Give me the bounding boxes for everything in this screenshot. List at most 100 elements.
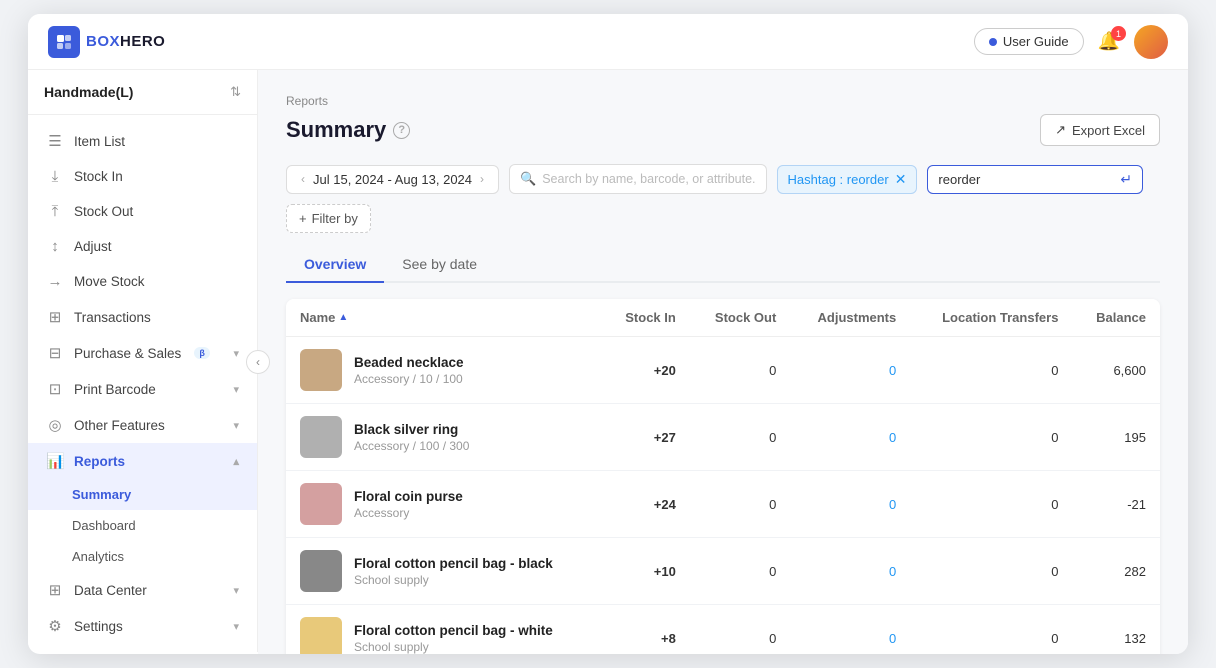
- hashtag-filter-tag[interactable]: Hashtag : reorder ✕: [777, 165, 918, 194]
- cell-stock-out: 0: [690, 471, 790, 538]
- sidebar-item-label: Move Stock: [74, 274, 145, 289]
- item-name: Floral coin purse: [354, 489, 463, 504]
- sort-icon[interactable]: ▲: [338, 312, 348, 323]
- avatar[interactable]: [1134, 25, 1168, 59]
- sidebar-nav: ☰ Item List ⤓ Stock In ⤒ Stock Out ↕ Adj…: [28, 115, 257, 652]
- sidebar-item-label: Transactions: [74, 310, 151, 325]
- sidebar-item-stock-in[interactable]: ⤓ Stock In: [28, 159, 257, 194]
- plus-icon: +: [299, 211, 307, 226]
- sidebar-item-print-barcode[interactable]: ⊡ Print Barcode ▾: [28, 371, 257, 407]
- sidebar-item-label: Stock In: [74, 169, 123, 184]
- notification-icon[interactable]: 🔔 1: [1098, 31, 1120, 52]
- cell-balance: 6,600: [1072, 337, 1160, 404]
- table-header-row: Name ▲ Stock In Stock Out A: [286, 299, 1160, 337]
- search-placeholder: Search by name, barcode, or attribute.: [542, 172, 755, 186]
- data-center-chevron-icon: ▾: [233, 584, 239, 597]
- cell-balance: -21: [1072, 471, 1160, 538]
- tab-overview[interactable]: Overview: [286, 247, 384, 283]
- search-box[interactable]: 🔍 Search by name, barcode, or attribute.: [509, 164, 767, 194]
- cell-stock-in: +10: [602, 538, 690, 605]
- org-chevron-icon[interactable]: ⇅: [230, 84, 241, 100]
- sidebar-item-purchase-sales[interactable]: ⊟ Purchase & Sales β ▾: [28, 335, 257, 371]
- sidebar-item-other-features[interactable]: ◎ Other Features ▾: [28, 407, 257, 443]
- user-guide-button[interactable]: User Guide: [974, 28, 1084, 55]
- sidebar-item-reports[interactable]: 📊 Reports ▴: [28, 443, 257, 479]
- sub-nav-item-summary[interactable]: Summary: [28, 479, 257, 510]
- move-stock-icon: →: [46, 273, 64, 290]
- cell-stock-out: 0: [690, 538, 790, 605]
- col-header-adjustments: Adjustments: [790, 299, 910, 337]
- cell-stock-in: +24: [602, 471, 690, 538]
- help-icon[interactable]: ?: [393, 122, 410, 139]
- sidebar-item-move-stock[interactable]: → Move Stock: [28, 264, 257, 299]
- stock-out-icon: ⤒: [46, 203, 64, 220]
- col-header-balance: Balance: [1072, 299, 1160, 337]
- export-excel-button[interactable]: ↗ Export Excel: [1040, 114, 1160, 146]
- hashtag-enter-icon[interactable]: ↵: [1120, 171, 1132, 188]
- cell-stock-out: 0: [690, 404, 790, 471]
- date-prev-icon[interactable]: ‹: [297, 172, 309, 186]
- sidebar-item-transactions[interactable]: ⊞ Transactions: [28, 299, 257, 335]
- logo: BOXHERO: [48, 26, 165, 58]
- data-center-icon: ⊞: [46, 581, 64, 599]
- sub-nav-item-analytics[interactable]: Analytics: [28, 541, 257, 572]
- date-picker[interactable]: ‹ Jul 15, 2024 - Aug 13, 2024 ›: [286, 165, 499, 194]
- sidebar-item-label: Adjust: [74, 239, 112, 254]
- sidebar-collapse-button[interactable]: ‹: [246, 350, 270, 374]
- cell-name: Black silver ring Accessory / 100 / 300: [286, 404, 602, 471]
- transactions-icon: ⊞: [46, 308, 64, 326]
- sidebar-item-adjust[interactable]: ↕ Adjust: [28, 229, 257, 264]
- sidebar-item-settings[interactable]: ⚙ Settings ▾: [28, 608, 257, 644]
- date-range-text: Jul 15, 2024 - Aug 13, 2024: [313, 172, 472, 187]
- filter-by-button[interactable]: + Filter by: [286, 204, 371, 233]
- sidebar-item-label: Print Barcode: [74, 382, 156, 397]
- sidebar-item-label: Stock Out: [74, 204, 133, 219]
- sidebar-item-stock-out[interactable]: ⤒ Stock Out: [28, 194, 257, 229]
- hashtag-filter-remove-icon[interactable]: ✕: [895, 171, 907, 188]
- hashtag-search-input[interactable]: [938, 172, 1114, 187]
- sidebar-item-data-center[interactable]: ⊞ Data Center ▾: [28, 572, 257, 608]
- item-sub: Accessory: [354, 506, 463, 520]
- item-list-icon: ☰: [46, 132, 64, 150]
- page-title: Summary ?: [286, 117, 410, 143]
- sidebar-item-label: Data Center: [74, 583, 147, 598]
- table-row[interactable]: Floral cotton pencil bag - white School …: [286, 605, 1160, 655]
- export-label: Export Excel: [1072, 123, 1145, 138]
- reports-icon: 📊: [46, 452, 64, 470]
- hashtag-search-wrapper: ↵: [927, 165, 1143, 194]
- export-icon: ↗: [1055, 122, 1066, 138]
- page-title-text: Summary: [286, 117, 386, 143]
- cell-name: Floral coin purse Accessory: [286, 471, 602, 538]
- breadcrumb: Reports: [286, 94, 1160, 108]
- item-sub: Accessory / 10 / 100: [354, 372, 464, 386]
- sidebar-item-item-list[interactable]: ☰ Item List: [28, 123, 257, 159]
- table-row[interactable]: Black silver ring Accessory / 100 / 300 …: [286, 404, 1160, 471]
- adjust-icon: ↕: [46, 238, 64, 255]
- cell-stock-out: 0: [690, 605, 790, 655]
- sidebar: Handmade(L) ⇅ ☰ Item List ⤓ Stock In ⤒ S…: [28, 70, 258, 652]
- tab-see-by-date[interactable]: See by date: [384, 247, 495, 283]
- sub-nav-item-dashboard[interactable]: Dashboard: [28, 510, 257, 541]
- other-features-icon: ◎: [46, 416, 64, 434]
- cell-adjustments: 0: [790, 538, 910, 605]
- item-name: Black silver ring: [354, 422, 469, 437]
- other-features-chevron-icon: ▾: [233, 419, 239, 432]
- print-barcode-icon: ⊡: [46, 380, 64, 398]
- cell-stock-in: +27: [602, 404, 690, 471]
- table-row[interactable]: Beaded necklace Accessory / 10 / 100 +20…: [286, 337, 1160, 404]
- table-row[interactable]: Floral cotton pencil bag - black School …: [286, 538, 1160, 605]
- cell-balance: 195: [1072, 404, 1160, 471]
- cell-location-transfers: 0: [910, 404, 1072, 471]
- date-next-icon[interactable]: ›: [476, 172, 488, 186]
- item-image: [300, 349, 342, 391]
- cell-balance: 132: [1072, 605, 1160, 655]
- table-row[interactable]: Floral coin purse Accessory +24 0 0 0 -2…: [286, 471, 1160, 538]
- user-guide-dot: [989, 38, 997, 46]
- cell-location-transfers: 0: [910, 471, 1072, 538]
- beta-badge: β: [194, 347, 210, 359]
- sidebar-header: Handmade(L) ⇅: [28, 70, 257, 115]
- topbar: BOXHERO User Guide 🔔 1: [28, 14, 1188, 70]
- item-sub: Accessory / 100 / 300: [354, 439, 469, 453]
- sidebar-item-label: Purchase & Sales: [74, 346, 181, 361]
- user-guide-label: User Guide: [1003, 34, 1069, 49]
